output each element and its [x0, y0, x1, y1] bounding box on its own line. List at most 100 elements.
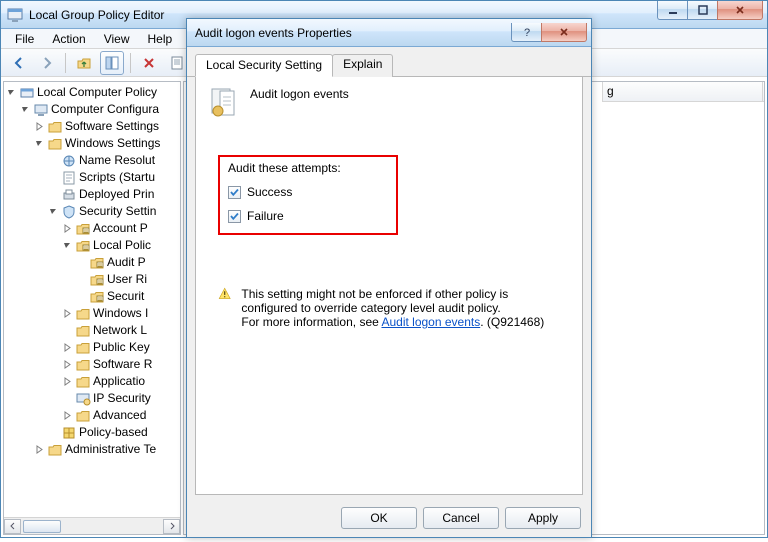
folder-sec-icon	[75, 221, 91, 237]
note-link[interactable]: Audit logon events	[381, 315, 480, 329]
expander-icon[interactable]	[62, 393, 73, 404]
tree-pane: Local Computer Policy Computer Configura…	[3, 81, 181, 535]
note-kb: . (Q921468)	[480, 315, 544, 329]
checkbox-failure[interactable]	[228, 210, 241, 223]
tree-node[interactable]: Network L	[6, 322, 180, 339]
scroll-thumb[interactable]	[23, 520, 61, 533]
expander-icon[interactable]	[34, 121, 45, 132]
tree-node[interactable]: Audit P	[6, 254, 180, 271]
toolbar-separator	[130, 53, 131, 73]
tab-explain[interactable]: Explain	[332, 54, 393, 77]
security-icon	[61, 204, 77, 220]
expander-icon[interactable]	[48, 427, 59, 438]
expander-icon[interactable]	[48, 155, 59, 166]
tree-node[interactable]: IP Security	[6, 390, 180, 407]
tree-node[interactable]: Scripts (Startu	[6, 169, 180, 186]
menu-view[interactable]: View	[96, 30, 138, 48]
tree-node[interactable]: Name Resolut	[6, 152, 180, 169]
tree-label: Securit	[107, 288, 144, 305]
tree-node[interactable]: User Ri	[6, 271, 180, 288]
expander-icon[interactable]	[48, 189, 59, 200]
maximize-button[interactable]	[687, 1, 717, 20]
close-button[interactable]	[717, 1, 763, 20]
dialog-titlebar[interactable]: Audit logon events Properties ?	[187, 19, 591, 47]
delete-button[interactable]	[137, 51, 161, 75]
tree-node[interactable]: Public Key	[6, 339, 180, 356]
tree-node[interactable]: Advanced	[6, 407, 180, 424]
expander-icon[interactable]	[62, 240, 73, 251]
tree-node[interactable]: Software Settings	[6, 118, 180, 135]
cancel-button[interactable]: Cancel	[423, 507, 499, 529]
tree-label: Software Settings	[65, 118, 159, 135]
tree-node[interactable]: Deployed Prin	[6, 186, 180, 203]
tree-label: User Ri	[107, 271, 147, 288]
tree-horizontal-scrollbar[interactable]	[4, 517, 180, 534]
ok-button[interactable]: OK	[341, 507, 417, 529]
menu-action[interactable]: Action	[44, 30, 93, 48]
tree-node[interactable]: Windows I	[6, 305, 180, 322]
expander-icon[interactable]	[76, 257, 87, 268]
tab-local-security-setting[interactable]: Local Security Setting	[195, 54, 333, 77]
checkbox-success-label: Success	[247, 185, 292, 199]
main-window-buttons	[657, 1, 767, 28]
minimize-button[interactable]	[657, 1, 687, 20]
tree-node[interactable]: Administrative Te	[6, 441, 180, 458]
folder-icon	[75, 357, 91, 373]
folder-sec-icon	[89, 272, 105, 288]
tree-node[interactable]: Computer Configura	[6, 101, 180, 118]
svg-text:?: ?	[523, 27, 529, 38]
expander-icon[interactable]	[62, 376, 73, 387]
expander-icon[interactable]	[62, 410, 73, 421]
folder-icon	[75, 340, 91, 356]
scroll-track[interactable]	[21, 519, 163, 534]
expander-icon[interactable]	[62, 223, 73, 234]
note-line2-prefix: For more information, see	[241, 315, 381, 329]
expander-icon[interactable]	[20, 104, 31, 115]
column-header-fragment[interactable]: g	[603, 82, 763, 101]
expander-icon[interactable]	[48, 172, 59, 183]
properties-dialog: Audit logon events Properties ? Local Se…	[186, 18, 592, 538]
back-button[interactable]	[7, 51, 31, 75]
tree-node[interactable]: Securit	[6, 288, 180, 305]
policy-icon	[208, 87, 240, 119]
menu-help[interactable]: Help	[140, 30, 181, 48]
menu-file[interactable]: File	[7, 30, 42, 48]
forward-button[interactable]	[35, 51, 59, 75]
folder-icon	[47, 136, 63, 152]
expander-icon[interactable]	[62, 359, 73, 370]
tree-root[interactable]: Local Computer Policy	[6, 84, 180, 101]
expander-icon[interactable]	[76, 291, 87, 302]
tree-label: IP Security	[93, 390, 151, 407]
tree-label: Local Polic	[93, 237, 151, 254]
dialog-help-button[interactable]: ?	[511, 23, 541, 42]
expander-icon[interactable]	[34, 138, 45, 149]
expander-icon[interactable]	[76, 274, 87, 285]
scroll-right-button[interactable]	[163, 519, 180, 534]
tree-label: Network L	[93, 322, 147, 339]
expander-icon[interactable]	[62, 308, 73, 319]
note-text: This setting might not be enforced if ot…	[241, 287, 564, 329]
expander-icon[interactable]	[62, 325, 73, 336]
tree-node[interactable]: Local Polic	[6, 237, 180, 254]
folder-icon	[75, 306, 91, 322]
tree-node[interactable]: Applicatio	[6, 373, 180, 390]
tree-label: Account P	[93, 220, 148, 237]
up-folder-button[interactable]	[72, 51, 96, 75]
expander-icon[interactable]	[48, 206, 59, 217]
tree-node[interactable]: Policy-based	[6, 424, 180, 441]
tree-label: Public Key	[93, 339, 150, 356]
scroll-left-button[interactable]	[4, 519, 21, 534]
apply-button[interactable]: Apply	[505, 507, 581, 529]
tree-node[interactable]: Windows Settings	[6, 135, 180, 152]
tab-page: Audit logon events Audit these attempts:…	[195, 77, 583, 495]
tree-node[interactable]: Account P	[6, 220, 180, 237]
expander-icon[interactable]	[6, 87, 17, 98]
checkbox-success[interactable]	[228, 186, 241, 199]
tree-label: Software R	[93, 356, 152, 373]
tree-node[interactable]: Security Settin	[6, 203, 180, 220]
expander-icon[interactable]	[62, 342, 73, 353]
tree-toggle-button[interactable]	[100, 51, 124, 75]
tree-node[interactable]: Software R	[6, 356, 180, 373]
expander-icon[interactable]	[34, 444, 45, 455]
dialog-close-button[interactable]	[541, 23, 587, 42]
